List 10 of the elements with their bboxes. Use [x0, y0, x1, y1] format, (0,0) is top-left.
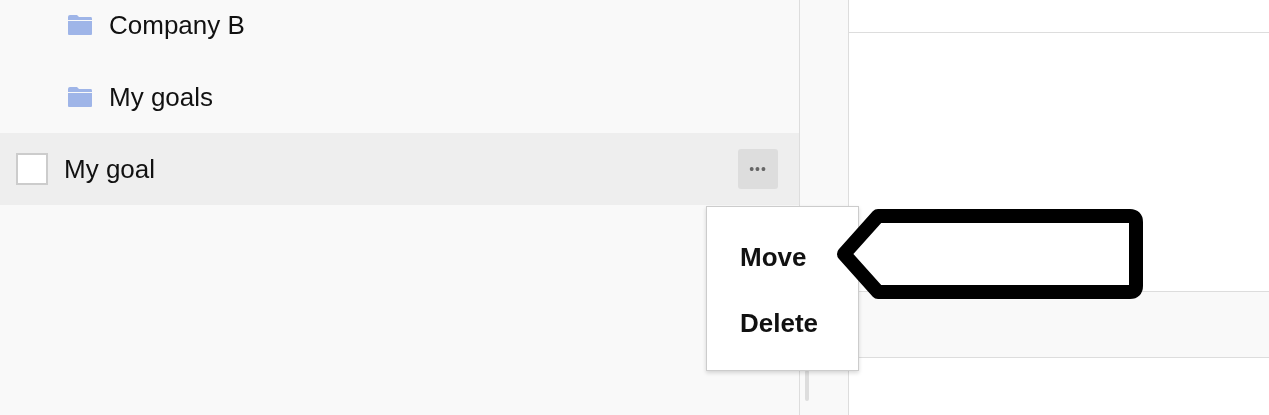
folder-icon: [67, 14, 93, 36]
folder-icon: [67, 86, 93, 108]
tree-item-label[interactable]: My goal: [64, 149, 156, 189]
tree-item-label[interactable]: Company B: [109, 5, 245, 45]
tree-row[interactable]: My goal •••: [0, 133, 799, 205]
checkbox[interactable]: [16, 153, 48, 185]
tree-item-label[interactable]: My goals: [109, 77, 214, 117]
menu-item[interactable]: Move: [707, 237, 807, 277]
menu-item[interactable]: Delete: [707, 303, 819, 343]
more-button[interactable]: •••: [738, 149, 778, 189]
